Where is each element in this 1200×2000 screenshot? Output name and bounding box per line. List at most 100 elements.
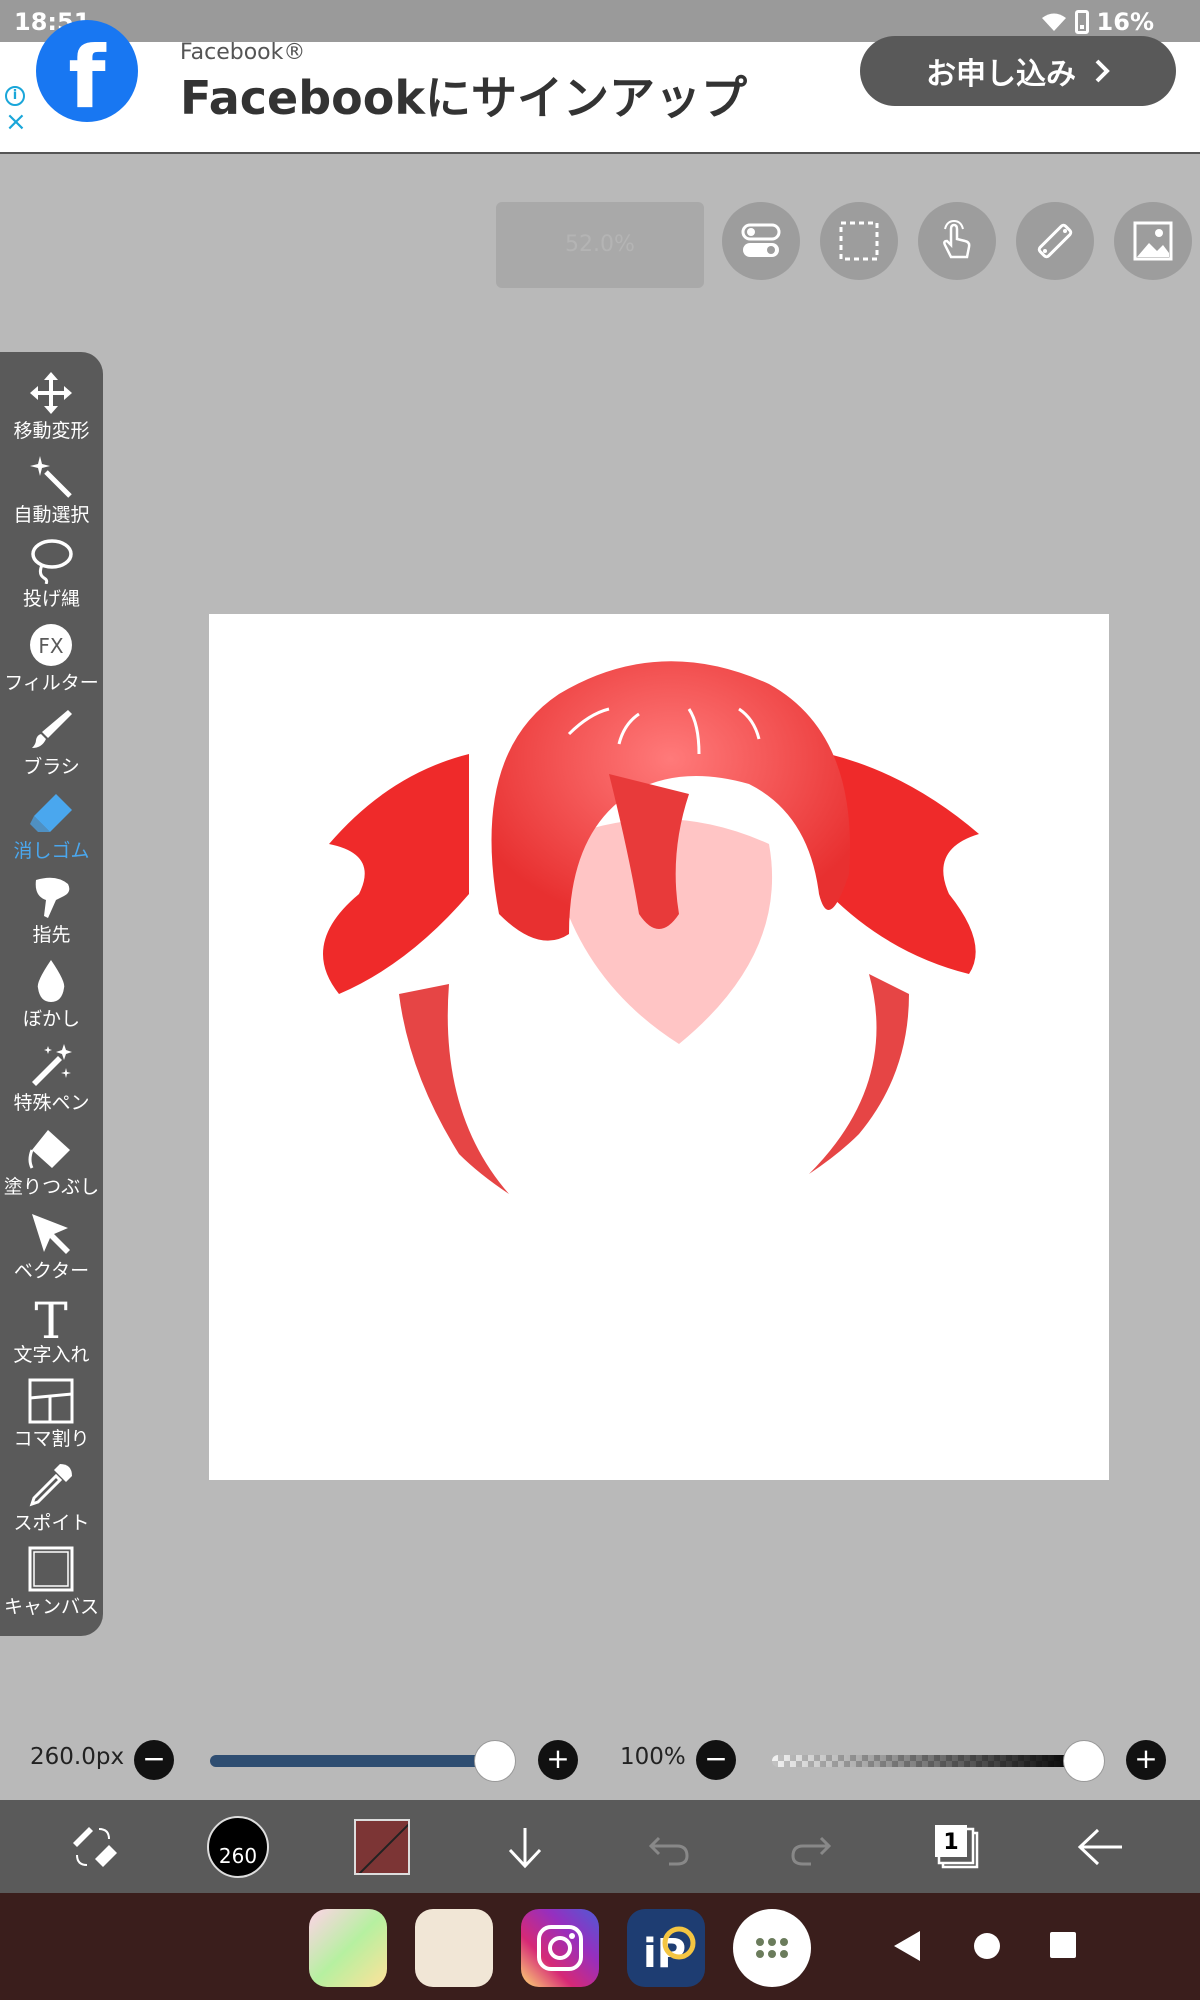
sparkle-pen-icon [32,1044,72,1086]
touch-button[interactable] [918,202,996,280]
tool-label: ぼかし [22,1008,80,1030]
brush-icon [32,710,72,748]
canvas-square-icon [28,1546,74,1592]
save-download-button[interactable] [490,1812,560,1882]
ad-close-icon[interactable]: × [5,109,27,135]
ruler-button[interactable] [1016,202,1094,280]
opacity-label: 100% [620,1744,686,1770]
layers-icon: 1 [935,1825,979,1869]
tool-brush[interactable]: ブラシ [0,704,103,788]
size-increase-button[interactable]: + [538,1740,578,1780]
tool-frame-divider[interactable]: コマ割り [0,1376,103,1460]
tool-blur[interactable]: ぼかし [0,956,103,1040]
battery-percent: 16% [1096,8,1154,36]
bottom-toolbar: 260 1 [0,1800,1200,1893]
instagram-icon[interactable] [521,1909,599,1987]
battery-icon [1074,10,1089,34]
nav-recents-icon[interactable] [1049,1931,1077,1959]
undo-icon [648,1836,689,1866]
tool-label: ブラシ [23,756,80,778]
layer-count: 1 [943,1830,958,1855]
app-drawer-button[interactable] [733,1909,811,1987]
drawing-canvas[interactable] [209,614,1109,1480]
status-indicators: 16% [1041,8,1154,36]
nav-back-icon[interactable] [892,1929,924,1963]
arrow-left-icon [1077,1828,1122,1866]
swap-tool-button[interactable] [58,1812,128,1882]
selection-button[interactable] [820,202,898,280]
redo-icon [791,1836,832,1866]
undo-button[interactable] [633,1812,703,1882]
opacity-increase-button[interactable]: + [1126,1740,1166,1780]
tool-label: 特殊ペン [13,1092,90,1114]
size-decrease-button[interactable]: − [134,1740,174,1780]
nav-home-icon[interactable] [972,1931,1002,1961]
current-color-swatch [354,1819,410,1875]
dock-app-squirrel-icon[interactable] [415,1909,493,1987]
svg-text:T: T [34,1294,67,1340]
tool-eyedropper[interactable]: スポイト [0,1460,103,1544]
ad-info-icon[interactable]: i [5,86,25,106]
brush-size-value: 260 [218,1844,258,1868]
tool-fill[interactable]: 塗りつぶし [0,1124,103,1208]
eraser-icon [30,794,72,832]
reference-image-button[interactable] [1114,202,1192,280]
back-button[interactable] [1066,1812,1136,1882]
size-slider-knob[interactable] [474,1740,516,1782]
ad-signup-button[interactable]: お申し込み [860,36,1176,106]
brush-size-label: 260.0px [30,1744,125,1770]
tool-label: コマ割り [13,1428,90,1450]
dock-app-candy-icon[interactable] [309,1909,387,1987]
tool-canvas[interactable]: キャンバス [0,1544,103,1628]
tool-label: 自動選択 [13,504,90,526]
move-arrows-icon [30,372,72,414]
tool-eraser[interactable]: 消しゴム [0,788,103,872]
tool-text[interactable]: T 文字入れ [0,1292,103,1376]
opacity-slider-track[interactable] [772,1755,1082,1767]
hair-drawing [323,661,979,1194]
tool-label: 消しゴム [13,840,90,862]
cursor-arrow-icon [32,1214,70,1254]
ibispaint-icon[interactable]: iP [627,1909,705,1987]
hand-touch-icon [943,220,971,259]
text-t-icon: T [34,1294,67,1340]
zoom-indicator: 52.0% [496,202,704,288]
tool-label: ベクター [13,1260,90,1282]
toggle-icon [741,223,781,257]
droplet-icon [37,960,65,1002]
svg-text:FX: FX [38,634,64,658]
tool-label: スポイト [13,1512,90,1534]
toggle-settings-button[interactable] [722,202,800,280]
redo-button[interactable] [777,1812,847,1882]
tool-filter[interactable]: FX フィルター [0,620,103,704]
android-nav-bar: iP [0,1893,1200,2000]
opacity-slider-knob[interactable] [1063,1740,1105,1782]
brush-size-preview: 260 [207,1816,269,1878]
tool-magic-wand[interactable]: 自動選択 [0,452,103,536]
opacity-decrease-button[interactable]: − [696,1740,736,1780]
layers-button[interactable]: 1 [922,1812,992,1882]
tool-label: 投げ縄 [22,588,80,610]
brush-sliders: 260.0px − + 100% − + [0,1730,1200,1790]
color-picker-button[interactable] [347,1812,417,1882]
tool-vector[interactable]: ベクター [0,1208,103,1292]
tool-label: 文字入れ [13,1344,90,1366]
ibispaint-glyph-icon: iP [643,1926,696,1977]
ad-title[interactable]: Facebookにサインアップ [180,62,747,128]
brush-size-button[interactable]: 260 [203,1812,273,1882]
grid-dots-icon [756,1938,788,1958]
selection-rect-icon [839,221,879,261]
tool-label: 移動変形 [13,420,90,442]
size-slider-track[interactable] [210,1755,495,1767]
wifi-icon [1041,13,1066,31]
tool-special-pen[interactable]: 特殊ペン [0,1040,103,1124]
fx-icon: FX [30,624,72,666]
tool-lasso[interactable]: 投げ縄 [0,536,103,620]
ad-banner[interactable]: f i × Facebook® Facebookにサインアップ お申し込み [0,20,1200,154]
tool-move-transform[interactable]: 移動変形 [0,368,103,452]
tool-label: 塗りつぶし [3,1176,100,1198]
instagram-glyph-icon [537,1925,583,1971]
tool-smudge[interactable]: 指先 [0,872,103,956]
facebook-logo-icon: f [36,20,138,122]
tool-label: キャンバス [3,1596,99,1618]
